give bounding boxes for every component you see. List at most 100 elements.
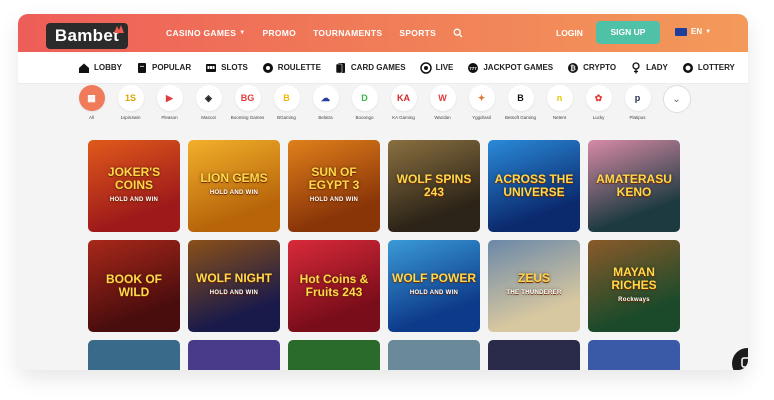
game-title: WOLF POWER HOLD AND WIN	[388, 272, 480, 300]
provider-mascot[interactable]: ◈ Mascot	[189, 85, 228, 131]
category-slots[interactable]: SLOTS	[205, 62, 248, 74]
game-tile[interactable]: LION GEMS HOLD AND WIN	[188, 140, 280, 232]
game-tile[interactable]: BOOK OF WILD	[88, 240, 180, 332]
chat-button[interactable]	[732, 348, 748, 370]
category-lobby[interactable]: LOBBY	[78, 62, 122, 74]
provider-belatra[interactable]: ☁ Belatra	[306, 85, 345, 131]
provider-logo: W	[429, 85, 456, 111]
chevron-down-icon: ▼	[705, 28, 712, 35]
provider-platipus[interactable]: p Platipus	[618, 85, 657, 131]
nav-sports[interactable]: SPORTS	[399, 28, 436, 38]
game-tile[interactable]	[288, 340, 380, 370]
nav-tournaments-label: TOURNAMENTS	[313, 28, 383, 38]
provider-logo: D	[351, 85, 378, 111]
provider-booongo[interactable]: D Booongo	[345, 85, 384, 131]
category-card-games[interactable]: CARD GAMES	[335, 62, 406, 74]
browser-frame: Bambet CASINO GAMES ▼ PROMO TOURNAMENTS S…	[18, 14, 748, 370]
search-icon[interactable]	[453, 28, 463, 38]
provider-name: Belatra	[318, 115, 333, 120]
game-subtitle: HOLD AND WIN	[309, 196, 359, 203]
game-subtitle: Rockways	[618, 296, 650, 303]
game-tile[interactable]: AMATERASU KENO	[588, 140, 680, 232]
provider-name: Booming Games	[230, 115, 265, 120]
providers-more-button[interactable]: ⌄	[657, 85, 696, 131]
game-tile[interactable]	[488, 340, 580, 370]
game-tile[interactable]: WOLF POWER HOLD AND WIN	[388, 240, 480, 332]
game-title: BOOK OF WILD	[106, 272, 162, 299]
provider-logo-glyph: ◈	[205, 92, 212, 103]
provider-ka-gaming[interactable]: KA KA Gaming	[384, 85, 423, 131]
provider-logo: BG	[234, 85, 261, 111]
provider-logo: ✦	[468, 85, 495, 111]
provider-logo: ▦	[78, 85, 105, 111]
provider-wazdan[interactable]: W Wazdan	[423, 85, 462, 131]
provider-pleason[interactable]: ▶ Pleason	[150, 85, 189, 131]
signup-button[interactable]: SIGN UP	[596, 21, 660, 44]
provider-yggdrasil[interactable]: ✦ Yggdrasil	[462, 85, 501, 131]
provider-lucky[interactable]: ✿ Lucky	[579, 85, 618, 131]
provider-logo: p	[624, 85, 651, 111]
category-live[interactable]: LIVE	[419, 61, 454, 74]
provider-logo-glyph: ✦	[477, 92, 486, 103]
provider-booming-games[interactable]: BG Booming Games	[228, 85, 267, 131]
category-label: CRYPTO	[583, 63, 617, 72]
category-jackpot-games[interactable]: 777 JACKPOT GAMES	[467, 62, 553, 74]
game-tile[interactable]: MAYAN RICHES Rockways	[588, 240, 680, 332]
provider-logo-glyph: ☁	[321, 92, 330, 103]
game-tile[interactable]: JOKER'S COINS HOLD AND WIN	[88, 140, 180, 232]
provider-logo: ☁	[312, 85, 339, 111]
card-crown-icon	[138, 62, 146, 73]
language-label: EN	[691, 27, 703, 36]
game-title: SUN OF EGYPT 3 HOLD AND WIN	[288, 165, 380, 207]
category-crypto[interactable]: ₿ CRYPTO	[567, 62, 616, 74]
provider-name: BGaming	[277, 115, 296, 120]
category-label: LADY	[646, 63, 668, 72]
bitcoin-icon: ₿	[568, 62, 579, 73]
category-lady[interactable]: LADY	[630, 61, 668, 74]
category-label: LIVE	[435, 63, 454, 72]
provider-logo: B	[507, 85, 534, 111]
svg-text:₿: ₿	[570, 64, 576, 72]
provider-name: Mascot	[201, 115, 216, 120]
provider-all[interactable]: ▦ All	[72, 85, 111, 131]
game-tile[interactable]: WOLF SPINS 243	[388, 140, 480, 232]
category-label: SLOTS	[221, 63, 248, 72]
nav-tournaments[interactable]: TOURNAMENTS	[313, 28, 382, 38]
game-title: WOLF NIGHT HOLD AND WIN	[192, 272, 276, 300]
provider-netent[interactable]: n Netent	[540, 85, 579, 131]
game-tile[interactable]: ZEUS THE THUNDERER	[488, 240, 580, 332]
category-roulette[interactable]: ROULETTE	[262, 62, 321, 74]
game-subtitle: HOLD AND WIN	[409, 290, 459, 296]
logo-leaf-icon	[114, 25, 124, 33]
game-title: LION GEMS HOLD AND WIN	[196, 172, 271, 200]
logo-text: Bambet	[54, 26, 120, 45]
game-tile[interactable]	[388, 340, 480, 370]
category-lottery[interactable]: LOTTERY	[682, 62, 735, 74]
provider-bgaming[interactable]: B BGaming	[267, 85, 306, 131]
provider-betsoft-gaming[interactable]: B Betsoft Gaming	[501, 85, 540, 131]
category-label: JACKPOT GAMES	[483, 63, 554, 72]
nav-promo[interactable]: PROMO	[262, 28, 296, 38]
nav-casino-games[interactable]: CASINO GAMES ▼	[166, 28, 245, 38]
game-title: WOLF SPINS 243	[396, 172, 472, 199]
bambet-logo[interactable]: Bambet	[46, 23, 128, 49]
game-tile[interactable]: ACROSS THE UNIVERSE	[488, 140, 580, 232]
game-title: AMATERASU KENO	[596, 172, 672, 199]
site-header: Bambet CASINO GAMES ▼ PROMO TOURNAMENTS S…	[18, 14, 748, 52]
provider-logo: B	[273, 85, 300, 111]
game-title: ZEUS THE THUNDERER	[502, 272, 565, 300]
category-label: LOBBY	[94, 63, 122, 72]
login-button[interactable]: LOGIN	[556, 28, 583, 38]
provider-1spin4win[interactable]: 1S 1spin4win	[111, 85, 150, 131]
language-selector[interactable]: EN ▼	[675, 27, 711, 36]
slot-machine-icon	[206, 63, 217, 72]
game-subtitle: HOLD AND WIN	[109, 196, 159, 203]
game-tile[interactable]: WOLF NIGHT HOLD AND WIN	[188, 240, 280, 332]
game-tile[interactable]	[188, 340, 280, 370]
game-tile[interactable]: Hot Coins & Fruits 243	[288, 240, 380, 332]
game-tile[interactable]	[88, 340, 180, 370]
game-tile[interactable]: SUN OF EGYPT 3 HOLD AND WIN	[288, 140, 380, 232]
provider-logo-glyph: p	[634, 93, 641, 103]
game-tile[interactable]	[588, 340, 680, 370]
category-popular[interactable]: POPULAR	[136, 62, 191, 74]
